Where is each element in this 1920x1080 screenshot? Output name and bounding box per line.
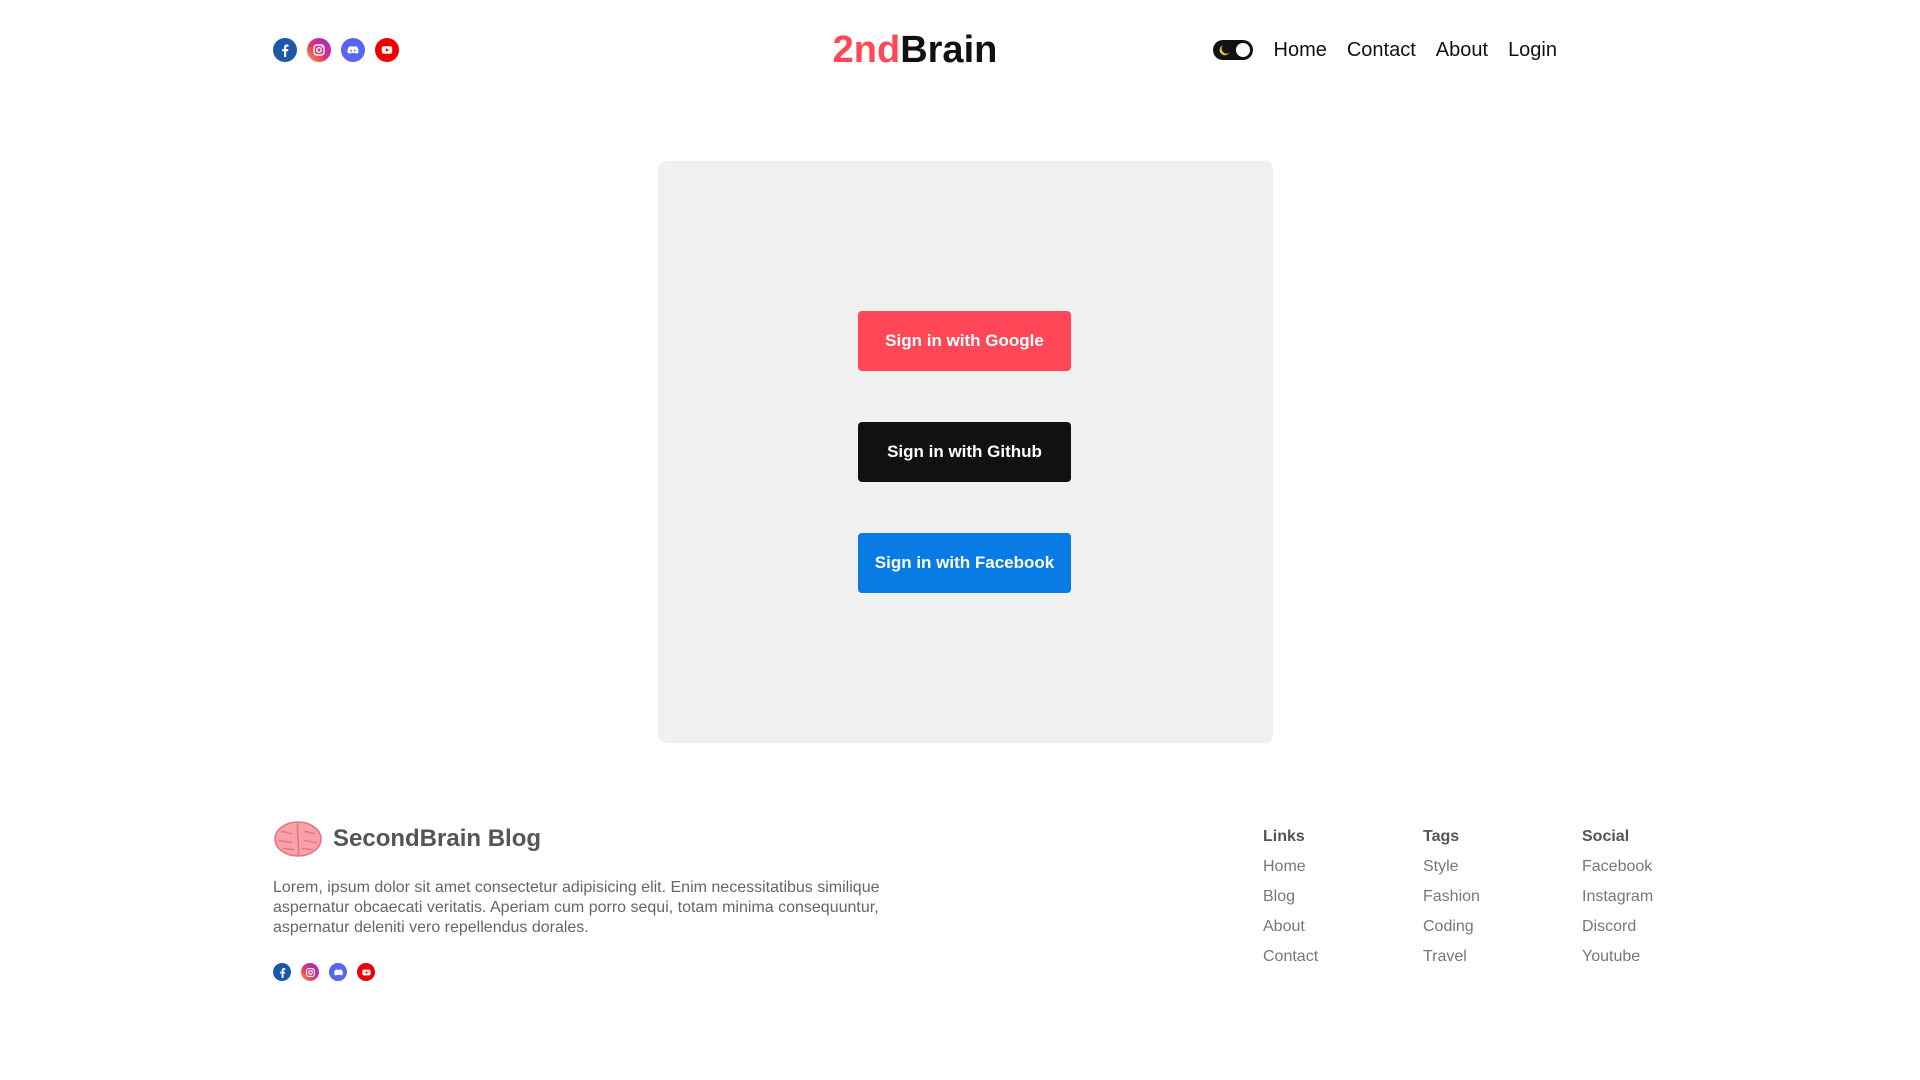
footer-brand-name: SecondBrain Blog: [333, 825, 542, 852]
header: 2ndBrain Home Contact About Login: [273, 26, 1557, 74]
main-nav: Home Contact About Login: [1212, 34, 1557, 66]
footer: SecondBrain Blog Lorem, ipsum dolor sit …: [273, 818, 1673, 1018]
footer-link-contact[interactable]: Contact: [1263, 948, 1403, 968]
facebook-signin-button[interactable]: Sign in with Facebook: [858, 533, 1071, 593]
footer-links-title: Links: [1263, 828, 1305, 845]
footer-social-youtube[interactable]: Youtube: [1582, 948, 1722, 968]
footer-social-links: [273, 963, 375, 981]
footer-tag-coding[interactable]: Coding: [1423, 918, 1563, 938]
instagram-icon[interactable]: [301, 963, 319, 981]
logo-accent: 2nd: [832, 29, 901, 71]
footer-social-title: Social: [1582, 828, 1630, 845]
nav-about[interactable]: About: [1436, 39, 1488, 62]
footer-description: Lorem, ipsum dolor sit amet consectetur …: [273, 879, 880, 936]
logo-main: Brain: [900, 29, 998, 71]
toggle-knob: [1235, 43, 1250, 57]
youtube-icon[interactable]: [357, 963, 375, 981]
footer-social-instagram[interactable]: Instagram: [1582, 888, 1722, 908]
footer-link-home[interactable]: Home: [1263, 858, 1403, 878]
footer-tag-fashion[interactable]: Fashion: [1423, 888, 1563, 908]
footer-social-discord[interactable]: Discord: [1582, 918, 1722, 938]
github-signin-button[interactable]: Sign in with Github: [858, 422, 1071, 482]
footer-link-about[interactable]: About: [1263, 918, 1403, 938]
footer-tag-style[interactable]: Style: [1423, 858, 1563, 878]
footer-tags-column: Tags Style Fashion Coding Travel: [1423, 828, 1563, 978]
nav-home[interactable]: Home: [1274, 39, 1327, 62]
moon-icon: [1219, 45, 1230, 56]
google-signin-button[interactable]: Sign in with Google: [858, 311, 1071, 371]
footer-social-column: Social Facebook Instagram Discord Youtub…: [1582, 828, 1722, 978]
footer-tags-title: Tags: [1423, 828, 1460, 845]
nav-contact[interactable]: Contact: [1347, 39, 1416, 62]
discord-icon[interactable]: [329, 963, 347, 981]
theme-toggle[interactable]: [1212, 40, 1253, 60]
footer-social-facebook[interactable]: Facebook: [1582, 858, 1722, 878]
brain-icon: [274, 821, 322, 857]
facebook-icon[interactable]: [273, 963, 291, 981]
footer-link-blog[interactable]: Blog: [1263, 888, 1403, 908]
login-card: Sign in with Google Sign in with Github …: [658, 161, 1273, 743]
login-page: 2ndBrain Home Contact About Login Sign i…: [0, 0, 1920, 1080]
nav-login[interactable]: Login: [1508, 39, 1557, 62]
footer-links-column: Links Home Blog About Contact: [1263, 828, 1403, 978]
footer-brand: SecondBrain Blog: [273, 818, 541, 860]
footer-tag-travel[interactable]: Travel: [1423, 948, 1563, 968]
